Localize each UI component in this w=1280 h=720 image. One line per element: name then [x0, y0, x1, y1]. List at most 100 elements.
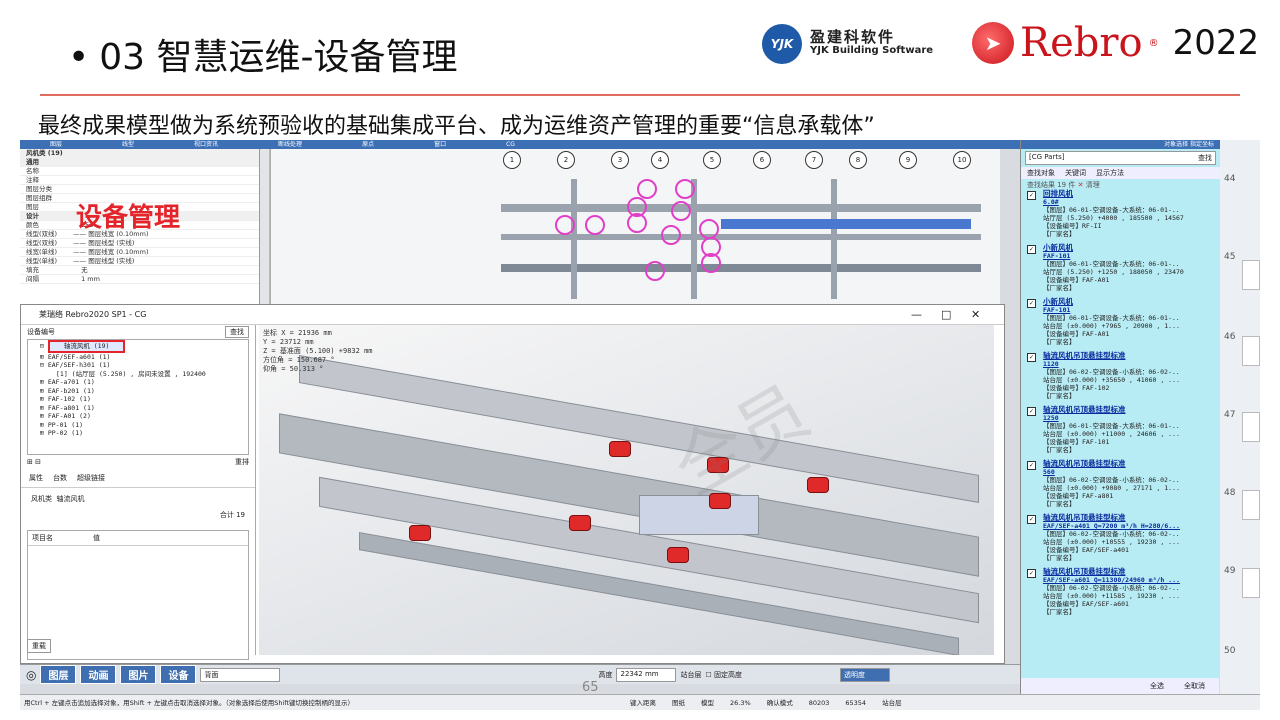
fan-equipment[interactable]	[409, 525, 431, 541]
equipment-highlight[interactable]	[701, 253, 721, 273]
reload-button[interactable]: 重载	[27, 639, 51, 653]
fan-equipment[interactable]	[569, 515, 591, 531]
equipment-highlight[interactable]	[627, 213, 647, 233]
checkbox-icon[interactable]: ✓	[1027, 299, 1036, 308]
result-name[interactable]: 轴流风机吊顶悬挂型标准	[1043, 460, 1213, 468]
tab-count[interactable]: 台数	[53, 473, 67, 483]
equipment-button[interactable]: 设备	[160, 665, 197, 684]
checkbox-icon[interactable]: ✓	[1027, 515, 1036, 524]
status-field[interactable]: 确认模式	[767, 695, 793, 710]
display-method-menu[interactable]: 显示方法	[1096, 168, 1124, 178]
top-tab[interactable]: 线型	[92, 140, 164, 149]
equipment-highlight[interactable]	[555, 215, 575, 235]
layer-button[interactable]: 图层	[40, 665, 77, 684]
tree-field-label[interactable]: 设备编号	[27, 327, 55, 337]
status-field[interactable]: 图纸	[672, 695, 685, 710]
top-tab[interactable]: 视口资讯	[164, 140, 248, 149]
tree-node[interactable]: ⊞ EAF-b201 (1)	[28, 387, 248, 396]
equipment-highlight[interactable]	[637, 179, 657, 199]
height-input[interactable]: 22342 mm	[616, 667, 677, 682]
result-item[interactable]: ✓ 轴流风机吊顶悬挂型标准 EAF/SEF-a401 Q=7200 m³/h H=2…	[1021, 512, 1219, 566]
result-value[interactable]: 6.0#	[1043, 198, 1213, 206]
result-name[interactable]: 轴流风机吊顶悬挂型标准	[1043, 406, 1213, 414]
equipment-highlight[interactable]	[671, 201, 691, 221]
tree-node[interactable]: [1] (站厅层 (5.250) , 房间未设置 , 192400	[28, 370, 248, 379]
select-all-button[interactable]: 全选	[1150, 678, 1164, 694]
result-value[interactable]: EAF/SEF-a601 Q=11300/24960 m³/h ...	[1043, 576, 1213, 584]
minimize-icon[interactable]: —	[911, 305, 922, 325]
result-value[interactable]: 1120	[1043, 360, 1213, 368]
slide-thumb[interactable]	[1242, 568, 1260, 598]
result-name[interactable]: 小新风机	[1043, 244, 1213, 252]
result-name[interactable]: 回排风机	[1043, 190, 1213, 198]
result-item[interactable]: ✓ 轴流风机吊顶悬挂型标准 560 【图层】06-02-空调设备-小系统：06-02-…	[1021, 458, 1219, 512]
slide-thumb[interactable]	[1242, 336, 1260, 366]
result-item[interactable]: ✓ 小新风机 FAF-101 【图层】06-01-空调设备-大系统：06-01-.. 站…	[1021, 296, 1219, 350]
search-input[interactable]: [CG Parts] 查找	[1025, 151, 1216, 165]
tree-node[interactable]: ⊟ EAF/SEF-h301 (1)	[28, 361, 248, 370]
deselect-all-button[interactable]: 全取消	[1184, 678, 1205, 694]
property-group[interactable]: 通用	[20, 158, 259, 167]
close-icon[interactable]: ✕	[971, 305, 980, 325]
maximize-icon[interactable]: □	[941, 305, 951, 325]
cad-plan-view[interactable]: 1 2 3 4 5 6 7 8 9 10	[270, 149, 1000, 304]
sort-button[interactable]: 重排	[235, 457, 249, 467]
slide-thumb[interactable]	[1242, 412, 1260, 442]
status-field[interactable]: 键入距离	[630, 695, 656, 710]
search-button[interactable]: 查找	[1198, 153, 1212, 163]
tree-node[interactable]: ⊞ PP-01 (1)	[28, 421, 248, 430]
result-item[interactable]: ✓ 轴流风机吊顶悬挂型标准 1120 【图层】06-02-空调设备-小系统：06-02…	[1021, 350, 1219, 404]
result-value[interactable]: FAF-101	[1043, 306, 1213, 314]
tree-node[interactable]: ⊞ FAF-102 (1)	[28, 395, 248, 404]
top-tab[interactable]: 窗口	[404, 140, 476, 149]
result-value[interactable]: FAF-101	[1043, 252, 1213, 260]
col-item[interactable]: 项目名	[32, 533, 53, 543]
col-value[interactable]: 值	[93, 533, 100, 543]
tab-hyperlink[interactable]: 超级链接	[77, 473, 105, 483]
top-tab[interactable]: CG	[476, 140, 545, 149]
equipment-highlight[interactable]	[699, 219, 719, 239]
tree-node[interactable]: ⊞ PP-02 (1)	[28, 429, 248, 438]
tree-node[interactable]: ⊞ EAF-a701 (1)	[28, 378, 248, 387]
floor-status[interactable]: 站台层	[882, 695, 902, 710]
top-tab[interactable]: 图层	[20, 140, 92, 149]
equipment-highlight[interactable]	[675, 179, 695, 199]
top-tab[interactable]: 断线处理	[248, 140, 332, 149]
equipment-highlight[interactable]	[645, 261, 665, 281]
property-panel-header[interactable]: 风机类 (19)	[20, 149, 259, 158]
result-name[interactable]: 轴流风机吊顶悬挂型标准	[1043, 514, 1213, 522]
view-select[interactable]: 背面	[200, 667, 281, 682]
checkbox-icon[interactable]: ✓	[1027, 191, 1036, 200]
find-object-menu[interactable]: 查找对象	[1027, 168, 1055, 178]
result-name[interactable]: 轴流风机吊顶悬挂型标准	[1043, 352, 1213, 360]
globe-icon[interactable]: ◎	[26, 668, 36, 682]
animation-button[interactable]: 动画	[80, 665, 117, 684]
tree-search-button[interactable]: 查找	[225, 326, 249, 338]
slide-thumb[interactable]	[1242, 490, 1260, 520]
keyword-menu[interactable]: 关键词	[1065, 168, 1086, 178]
display-mode[interactable]: 透明度	[840, 667, 890, 682]
result-list[interactable]: ✓ 回排风机 6.0# 【图层】06-01-空调设备-大系统：06-01-.. 站厅层 …	[1021, 188, 1219, 678]
result-value[interactable]: 1250	[1043, 414, 1213, 422]
result-value[interactable]: EAF/SEF-a401 Q=7200 m³/h H=280/6...	[1043, 522, 1213, 530]
fixed-height-checkbox[interactable]: ☐ 固定高度	[705, 670, 742, 680]
fan-equipment[interactable]	[667, 547, 689, 563]
zoom-level[interactable]: 26.3%	[730, 695, 751, 710]
search-panel-header[interactable]: 对象选择 指定坐标	[1021, 140, 1220, 149]
fan-equipment[interactable]	[609, 441, 631, 457]
floor-select[interactable]: 站台层	[680, 670, 701, 680]
checkbox-icon[interactable]: ✓	[1027, 245, 1036, 254]
tree-node-selected[interactable]: ⊟ 轴流风机 (19)	[28, 340, 248, 353]
result-item[interactable]: ✓ 小新风机 FAF-101 【图层】06-01-空调设备-大系统：06-01-.. 站…	[1021, 242, 1219, 296]
result-name[interactable]: 小新风机	[1043, 298, 1213, 306]
tree-node[interactable]: ⊞ EAF/SEF-a601 (1)	[28, 353, 248, 362]
tree-node[interactable]: ⊞ FAF-A01 (2)	[28, 412, 248, 421]
status-field[interactable]: 模型	[701, 695, 714, 710]
result-item[interactable]: ✓ 轴流风机吊顶悬挂型标准 1250 【图层】06-01-空调设备-大系统：06-01…	[1021, 404, 1219, 458]
picture-button[interactable]: 图片	[120, 665, 157, 684]
checkbox-icon[interactable]: ✓	[1027, 569, 1036, 578]
3d-viewport[interactable]: 坐标 X = 21936 mm Y = 23712 mm Z = 基准面 (5.…	[259, 325, 994, 655]
result-item[interactable]: ✓ 轴流风机吊顶悬挂型标准 EAF/SEF-a601 Q=11300/24960 m…	[1021, 566, 1219, 620]
equipment-highlight[interactable]	[661, 225, 681, 245]
tree-node[interactable]: ⊞ FAF-a801 (1)	[28, 404, 248, 413]
